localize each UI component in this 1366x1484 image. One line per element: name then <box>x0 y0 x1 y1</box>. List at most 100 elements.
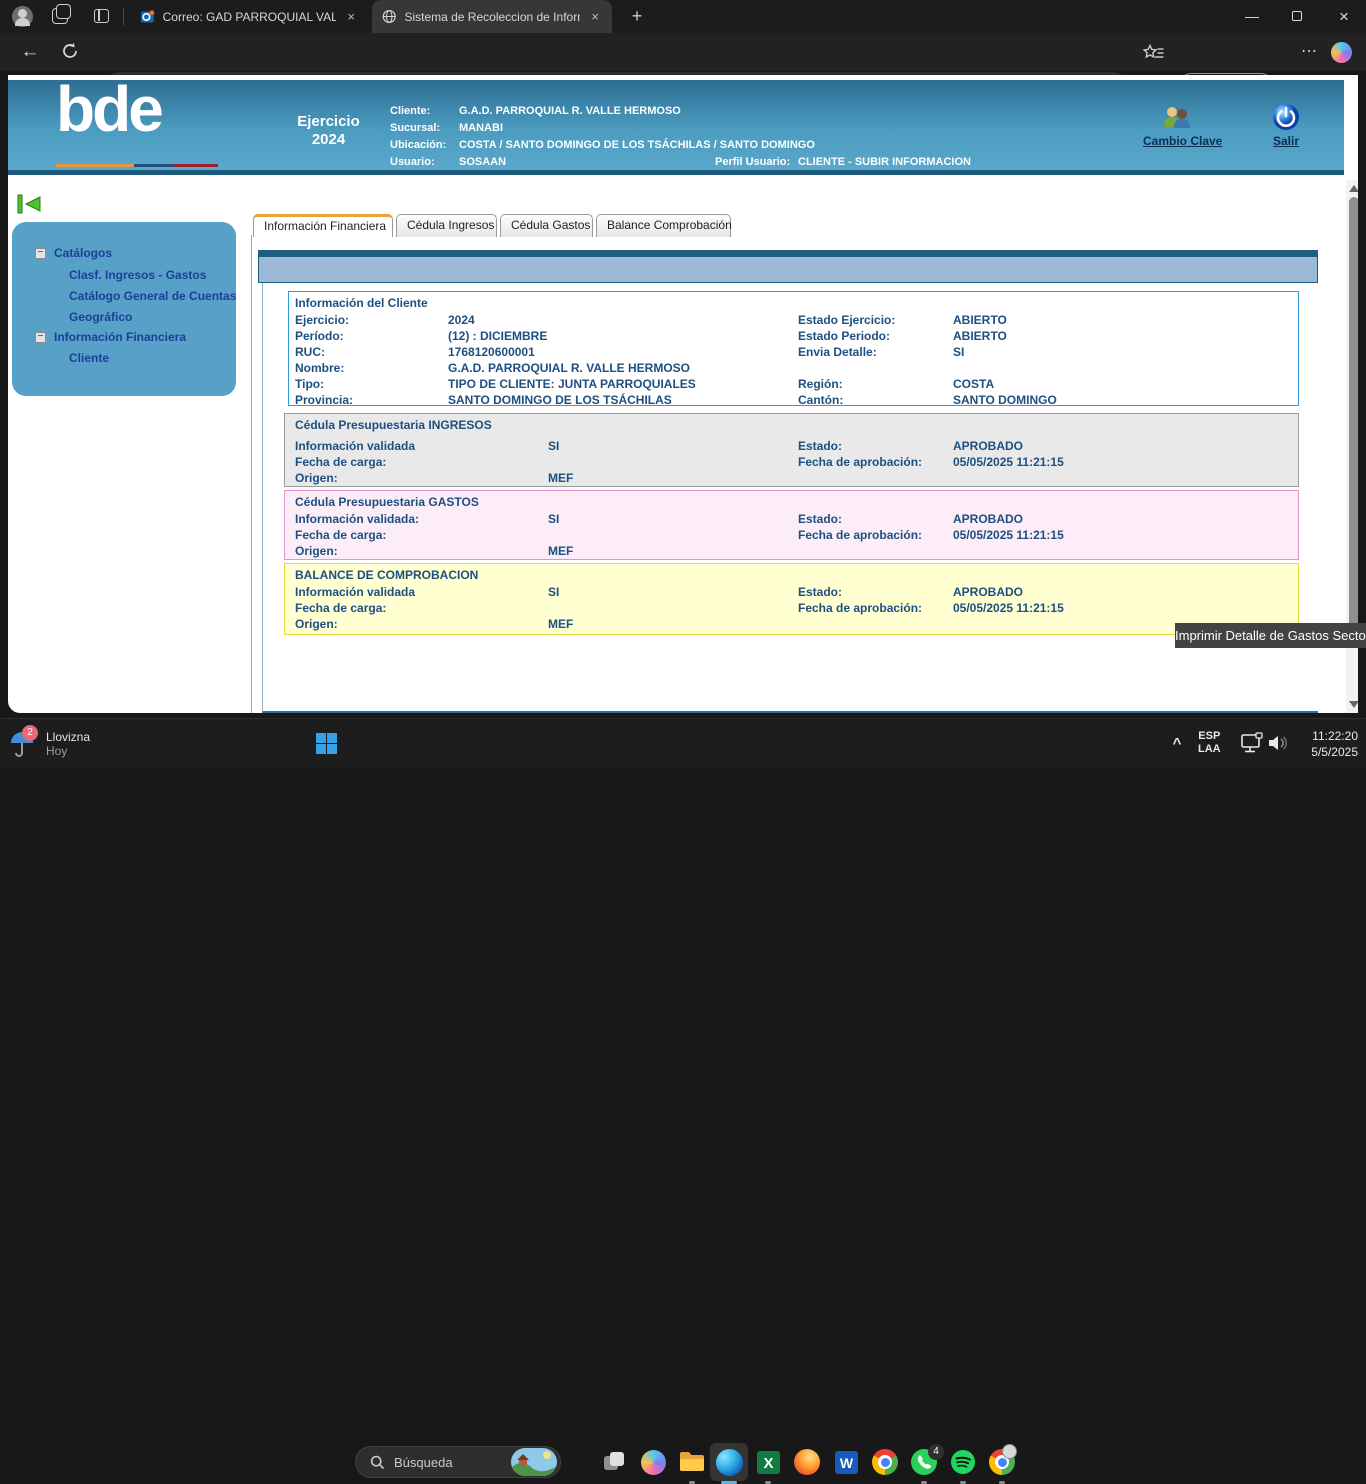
user-label: Usuario: <box>390 156 435 168</box>
collapse-menu-icon[interactable] <box>16 193 42 215</box>
search-icon <box>370 1455 385 1470</box>
field-value: ABIERTO <box>953 312 1007 328</box>
field-value: MEF <box>548 543 798 559</box>
whatsapp-icon[interactable]: 4 <box>905 1443 943 1481</box>
field-label: Ejercicio: <box>295 312 448 328</box>
client-info-title: Información del Cliente <box>295 295 1298 312</box>
search-input[interactable]: Búsqueda <box>355 1446 561 1478</box>
word-icon[interactable]: W <box>827 1443 865 1481</box>
field-value: SI <box>953 344 964 360</box>
chrome-profile-icon[interactable] <box>983 1443 1021 1481</box>
task-view-button[interactable] <box>595 1443 633 1481</box>
spotify-icon[interactable] <box>944 1443 982 1481</box>
sidebar-item-catalogo-general-cuentas[interactable]: Catálogo General de Cuentas <box>69 289 236 303</box>
field-value: APROBADO <box>953 511 1023 527</box>
window-restore-button[interactable] <box>1275 0 1321 33</box>
tray-date: 5/5/2025 <box>1288 744 1358 760</box>
vertical-tabs-icon[interactable] <box>94 9 109 23</box>
users-icon <box>1160 105 1194 129</box>
field-value: TIPO DE CLIENTE: JUNTA PARROQUIALES <box>448 376 798 392</box>
field-label: Estado Ejercicio: <box>798 312 953 328</box>
new-tab-button[interactable]: + <box>622 0 652 33</box>
workspaces-icon[interactable] <box>52 8 68 24</box>
firefox-icon[interactable] <box>788 1443 826 1481</box>
collapse-node-icon[interactable]: − <box>35 332 46 343</box>
tab-cedula-ingresos[interactable]: Cédula Ingresos <box>396 214 497 237</box>
logout-link[interactable]: Salir <box>1273 134 1299 148</box>
weather-widget[interactable]: 2 Llovizna Hoy <box>8 723 168 765</box>
tray-time: 11:22:20 <box>1288 728 1358 744</box>
sidebar-item-clasf-ingresos-gastos[interactable]: Clasf. Ingresos - Gastos <box>69 268 206 282</box>
tray-chevron-icon[interactable]: ^ <box>1163 729 1191 757</box>
windows-start-button[interactable] <box>316 733 337 754</box>
edge-taskbar-icon[interactable] <box>710 1443 748 1481</box>
browser-tab-sistema[interactable]: Sistema de Recoleccion de Inform × <box>372 0 612 33</box>
field-label <box>798 360 953 376</box>
tab-title: Correo: GAD PARROQUIAL VALLE <box>163 10 337 24</box>
svg-text:X: X <box>763 1455 773 1472</box>
scroll-down-icon[interactable] <box>1349 701 1358 708</box>
field-value: 1768120600001 <box>448 344 798 360</box>
volume-icon[interactable] <box>1266 733 1290 758</box>
field-label: Cantón: <box>798 392 953 408</box>
sidebar-item-catalogos[interactable]: Catálogos <box>54 246 112 260</box>
browser-toolbar: ← https://consulta.bde.fin.ec/WebSim/Log… <box>0 33 1366 71</box>
collapse-node-icon[interactable]: − <box>35 248 46 259</box>
tab-cedula-gastos[interactable]: Cédula Gastos <box>500 214 593 237</box>
scrollbar-thumb[interactable] <box>1349 197 1358 644</box>
clock-widget[interactable]: 11:22:20 5/5/2025 <box>1288 728 1358 760</box>
field-value <box>548 527 798 543</box>
outlook-icon <box>140 9 155 25</box>
file-explorer-icon[interactable] <box>673 1443 711 1481</box>
weather-condition: Llovizna <box>46 730 90 744</box>
tab-close-icon[interactable]: × <box>588 9 602 24</box>
search-placeholder: Búsqueda <box>394 1455 511 1470</box>
profile-avatar[interactable] <box>12 6 33 27</box>
sidebar-item-cliente[interactable]: Cliente <box>69 351 109 365</box>
taskbar: 2 Llovizna Hoy Búsqueda <box>0 718 1366 768</box>
exercise-label: Ejercicio <box>276 113 381 130</box>
web-page: bde Ejercicio 2024 Cliente: G.A.D. PARRO… <box>8 75 1358 713</box>
profile-label: Perfil Usuario: <box>715 156 790 168</box>
chrome-icon[interactable] <box>866 1443 904 1481</box>
browser-menu-icon[interactable]: ⋯ <box>1295 36 1323 68</box>
location-value: COSTA / SANTO DOMINGO DE LOS TSÁCHILAS /… <box>459 139 815 151</box>
field-label: RUC: <box>295 344 448 360</box>
scroll-up-icon[interactable] <box>1349 185 1358 192</box>
copilot-taskbar-icon[interactable] <box>634 1443 672 1481</box>
excel-icon[interactable]: X <box>749 1443 787 1481</box>
field-label: Información validada: <box>295 511 548 527</box>
field-label: Fecha de aprobación: <box>798 527 953 543</box>
field-value: SI <box>548 511 798 527</box>
field-value: G.A.D. PARROQUIAL R. VALLE HERMOSO <box>448 360 798 376</box>
change-password-link[interactable]: Cambio Clave <box>1143 134 1222 148</box>
refresh-button[interactable] <box>60 41 80 66</box>
tab-informacion-financiera[interactable]: Información Financiera <box>253 214 393 237</box>
field-value: MEF <box>548 616 798 632</box>
search-highlight-image[interactable] <box>511 1448 557 1476</box>
logo-bar-red <box>174 164 218 167</box>
sidebar-item-geografico[interactable]: Geográfico <box>69 310 132 324</box>
balance-box: BALANCE DE COMPROBACION Información vali… <box>284 563 1299 635</box>
field-value: SANTO DOMINGO DE LOS TSÁCHILAS <box>448 392 798 408</box>
tab-close-icon[interactable]: × <box>344 9 358 24</box>
favorites-icon[interactable] <box>1143 44 1165 67</box>
gastos-title: Cédula Presupuestaria GASTOS <box>295 494 1298 511</box>
network-icon[interactable] <box>1240 732 1264 759</box>
exercise-year: 2024 <box>276 131 381 148</box>
field-value: MEF <box>548 470 798 486</box>
whatsapp-badge: 4 <box>928 1444 944 1460</box>
copilot-icon[interactable] <box>1331 42 1352 63</box>
tab-separator <box>123 8 124 25</box>
tab-balance-comprobacion[interactable]: Balance Comprobación <box>596 214 731 237</box>
window-close-button[interactable]: × <box>1321 0 1366 33</box>
back-button[interactable]: ← <box>16 36 44 68</box>
sidebar-item-informacion-financiera[interactable]: Información Financiera <box>54 330 186 344</box>
field-value: SI <box>548 438 798 454</box>
language-indicator[interactable]: ESP LAA <box>1198 730 1221 756</box>
browser-titlebar: Correo: GAD PARROQUIAL VALLE × Sistema d… <box>0 0 1366 33</box>
window-minimize-button[interactable]: — <box>1229 0 1275 33</box>
tab-title: Sistema de Recoleccion de Inform <box>404 10 580 24</box>
browser-tab-correo[interactable]: Correo: GAD PARROQUIAL VALLE × <box>130 0 368 33</box>
field-label: Estado: <box>798 584 953 600</box>
